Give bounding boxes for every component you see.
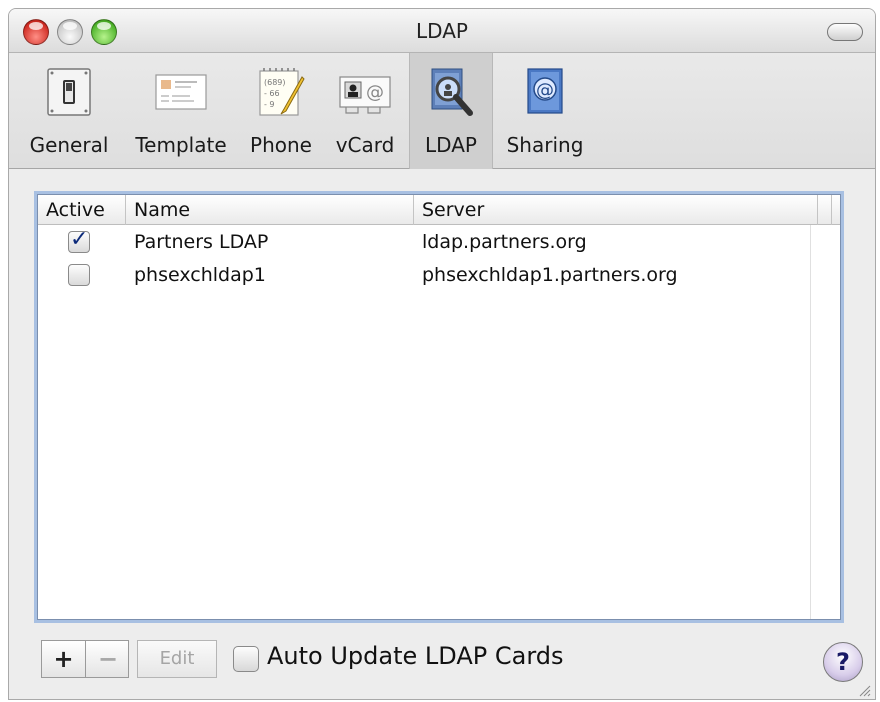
ldap-servers-table[interactable]: Active Name Server ✓ Partners LDAP ldap.… (37, 194, 841, 620)
light-switch-icon (47, 68, 91, 116)
sharing-at-book-icon: @ (527, 68, 563, 114)
svg-text:@: @ (536, 80, 554, 101)
remove-server-button[interactable]: − (86, 641, 130, 677)
server-name: phsexchldap1 (134, 264, 266, 286)
add-server-button[interactable]: + (42, 641, 86, 677)
tab-label: Sharing (506, 133, 584, 157)
table-row[interactable]: phsexchldap1 phsexchldap1.partners.org (38, 259, 830, 292)
column-header-name[interactable]: Name (126, 195, 414, 225)
ldap-pane: Active Name Server ✓ Partners LDAP ldap.… (9, 170, 875, 699)
tab-label: vCard (335, 133, 395, 157)
toggle-toolbar-button[interactable] (827, 23, 863, 41)
server-address: ldap.partners.org (422, 231, 587, 253)
checkmark-icon: ✓ (70, 227, 89, 252)
resize-grip-icon[interactable] (857, 683, 871, 697)
column-header-active[interactable]: Active (38, 195, 126, 225)
svg-text:- 66: - 66 (264, 89, 280, 98)
ldap-preferences-window: LDAP General Template (689) - 66 - 9 Pho… (8, 8, 876, 700)
table-scrollbar[interactable] (810, 225, 840, 619)
ldap-magnifier-icon (431, 68, 473, 116)
phone-notepad-icon: (689) - 66 - 9 (259, 68, 305, 116)
tab-sharing[interactable]: @ Sharing (497, 53, 593, 169)
tab-label: General (29, 133, 109, 157)
active-checkbox[interactable]: ✓ (68, 227, 90, 253)
title-bar[interactable]: LDAP (9, 9, 875, 53)
tab-template[interactable]: Template (125, 53, 237, 169)
auto-update-label[interactable]: Auto Update LDAP Cards (267, 642, 564, 670)
table-header: Active Name Server (38, 195, 840, 225)
tab-label: Template (135, 133, 227, 157)
active-checkbox[interactable] (68, 264, 90, 286)
tab-label: Phone (250, 133, 312, 157)
svg-text:@: @ (366, 82, 384, 103)
tab-label: LDAP (425, 133, 477, 157)
tab-ldap[interactable]: LDAP (409, 53, 493, 169)
bottom-controls: + − Edit Auto Update LDAP Cards ? (9, 632, 875, 692)
add-remove-segmented-control: + − (41, 640, 129, 678)
column-header-spacer (818, 195, 832, 225)
vcard-icon: @ (339, 76, 391, 114)
table-row[interactable]: ✓ Partners LDAP ldap.partners.org (38, 226, 830, 259)
tab-phone[interactable]: (689) - 66 - 9 Phone (243, 53, 319, 169)
server-name: Partners LDAP (134, 231, 269, 253)
svg-text:(689): (689) (264, 78, 286, 87)
svg-text:- 9: - 9 (264, 100, 275, 109)
preferences-toolbar: General Template (689) - 66 - 9 Phone @ … (9, 53, 875, 169)
server-address: phsexchldap1.partners.org (422, 264, 678, 286)
column-header-server[interactable]: Server (414, 195, 818, 225)
tab-vcard[interactable]: @ vCard (325, 53, 405, 169)
tab-general[interactable]: General (19, 53, 119, 169)
edit-server-button[interactable]: Edit (137, 640, 217, 678)
card-template-icon (155, 74, 207, 110)
auto-update-checkbox[interactable] (233, 646, 259, 672)
help-button[interactable]: ? (823, 642, 863, 682)
window-title: LDAP (416, 19, 468, 43)
